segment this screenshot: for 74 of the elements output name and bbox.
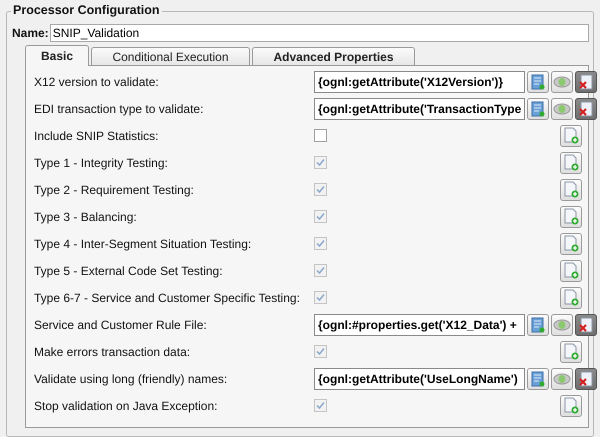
- expression-field[interactable]: {ognl:getAttribute('TransactionType: [314, 98, 525, 120]
- toggle-icon: [553, 318, 571, 330]
- checkbox[interactable]: [314, 345, 327, 358]
- document-add-icon: [564, 181, 578, 198]
- add-expression-button[interactable]: [560, 124, 582, 146]
- edit-expression-button[interactable]: [527, 98, 549, 120]
- remove-expression-button[interactable]: [575, 98, 597, 120]
- group-title: Processor Configuration: [11, 3, 162, 17]
- edit-expression-button[interactable]: [527, 314, 549, 336]
- add-expression-button[interactable]: [560, 340, 582, 362]
- property-label: Stop validation on Java Exception:: [34, 398, 218, 412]
- document-delete-icon: [579, 100, 593, 116]
- toggle-icon: [553, 372, 571, 384]
- toggle-button[interactable]: [551, 314, 573, 336]
- tab[interactable]: Conditional Execution: [91, 47, 250, 65]
- checkbox[interactable]: [314, 399, 327, 412]
- remove-expression-button[interactable]: [575, 70, 597, 92]
- document-icon: [531, 74, 545, 90]
- document-add-icon: [564, 127, 578, 144]
- document-add-icon: [564, 343, 578, 360]
- name-field[interactable]: SNIP_Validation: [50, 24, 589, 42]
- property-label: Include SNIP Statistics:: [34, 128, 160, 142]
- document-add-icon: [564, 397, 578, 414]
- checkbox[interactable]: [314, 237, 327, 250]
- property-label: Type 4 - Inter-Segment Situation Testing:: [34, 236, 252, 250]
- document-add-icon: [564, 289, 578, 306]
- checkbox[interactable]: [314, 210, 327, 223]
- property-label: Type 5 - External Code Set Testing:: [34, 264, 224, 278]
- name-label: Name:: [11, 26, 49, 40]
- document-icon: [531, 370, 545, 386]
- remove-expression-button[interactable]: [575, 314, 597, 336]
- add-expression-button[interactable]: [560, 232, 582, 254]
- document-delete-icon: [579, 74, 593, 90]
- tab[interactable]: Basic: [25, 45, 89, 66]
- expression-field[interactable]: {ognl:getAttribute('X12Version')}: [314, 70, 525, 92]
- edit-expression-button[interactable]: [527, 368, 549, 390]
- expression-field[interactable]: {ognl:getAttribute('UseLongName'): [314, 368, 525, 390]
- tab[interactable]: Advanced Properties: [252, 47, 415, 65]
- toggle-button[interactable]: [551, 70, 573, 92]
- add-expression-button[interactable]: [560, 178, 582, 200]
- checkbox[interactable]: [314, 183, 327, 196]
- checkbox[interactable]: [314, 264, 327, 277]
- toggle-button[interactable]: [551, 98, 573, 120]
- property-label: Validate using long (friendly) names:: [34, 372, 228, 386]
- add-expression-button[interactable]: [560, 206, 582, 228]
- add-expression-button[interactable]: [560, 260, 582, 282]
- property-label: Service and Customer Rule File:: [34, 318, 208, 332]
- document-add-icon: [564, 262, 578, 279]
- add-expression-button[interactable]: [560, 394, 582, 416]
- property-label: Type 2 - Requirement Testing:: [34, 182, 195, 196]
- toggle-button[interactable]: [551, 368, 573, 390]
- add-expression-button[interactable]: [560, 152, 582, 174]
- document-add-icon: [564, 235, 578, 252]
- property-label: Make errors transaction data:: [34, 344, 192, 358]
- expression-field[interactable]: {ognl:#properties.get('X12_Data') +: [314, 314, 525, 336]
- document-delete-icon: [579, 370, 593, 386]
- toggle-icon: [553, 76, 571, 88]
- toggle-icon: [553, 102, 571, 114]
- checkbox[interactable]: [314, 156, 327, 169]
- document-icon: [531, 100, 545, 116]
- document-delete-icon: [579, 316, 593, 332]
- remove-expression-button[interactable]: [575, 368, 597, 390]
- document-add-icon: [564, 208, 578, 225]
- checkbox[interactable]: [314, 129, 327, 142]
- document-icon: [531, 316, 545, 332]
- add-expression-button[interactable]: [560, 286, 582, 308]
- property-label: Type 6-7 - Service and Customer Specific Testing:: [34, 290, 301, 304]
- checkbox[interactable]: [314, 291, 327, 304]
- property-label: Type 1 - Integrity Testing:: [34, 156, 169, 170]
- edit-expression-button[interactable]: [527, 70, 549, 92]
- property-label: X12 version to validate:: [34, 74, 160, 88]
- property-label: EDI transaction type to validate:: [34, 102, 204, 116]
- document-add-icon: [564, 154, 578, 171]
- property-label: Type 3 - Balancing:: [34, 210, 138, 224]
